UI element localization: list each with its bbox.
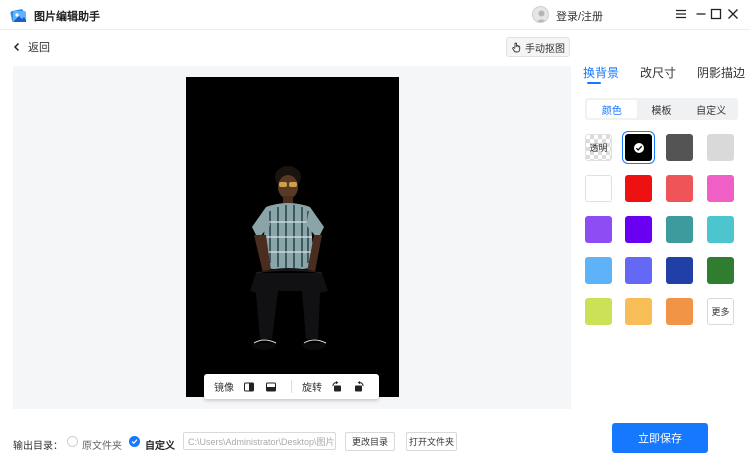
user-avatar[interactable] [532, 6, 549, 23]
manual-cutout-label: 手动抠图 [525, 43, 565, 55]
close-icon [728, 9, 738, 19]
more-colors-button[interactable]: 更多 [707, 298, 734, 325]
color-swatch[interactable] [666, 216, 693, 243]
app-logo-icon [10, 9, 26, 22]
custom-folder-radio[interactable] [129, 436, 140, 447]
color-swatch-selected[interactable] [622, 131, 655, 164]
mirror-label: 镜像 [214, 383, 234, 394]
back-button[interactable]: 返回 [12, 39, 50, 55]
tab-shadow-stroke[interactable]: 阴影描边 [697, 64, 745, 81]
close-button[interactable] [724, 5, 742, 23]
back-label: 返回 [28, 42, 50, 54]
original-folder-radio[interactable] [67, 436, 78, 447]
color-swatch[interactable] [707, 257, 734, 284]
manual-cutout-button[interactable]: 手动抠图 [506, 37, 570, 57]
color-swatch[interactable] [707, 134, 734, 161]
rotate-right-icon[interactable] [352, 380, 366, 394]
rotate-label: 旋转 [302, 383, 322, 394]
subject-photo [186, 77, 399, 397]
color-swatch[interactable] [666, 134, 693, 161]
color-swatch[interactable] [585, 257, 612, 284]
color-swatch[interactable] [585, 216, 612, 243]
image-toolbar: 镜像 旋转 [204, 374, 379, 399]
title-bar: 图片编辑助手 登录/注册 [0, 0, 750, 30]
chevron-left-icon [13, 42, 20, 52]
hand-pointer-icon [512, 42, 521, 52]
check-icon [131, 439, 138, 445]
login-link[interactable]: 登录/注册 [556, 8, 603, 24]
active-tab-indicator [587, 82, 601, 84]
change-directory-button[interactable]: 更改目录 [345, 432, 395, 451]
tab-change-background[interactable]: 换背景 [583, 64, 619, 81]
person-figure [250, 166, 328, 350]
open-folder-button[interactable]: 打开文件夹 [406, 432, 457, 451]
user-icon [536, 10, 547, 22]
color-swatch[interactable] [625, 175, 652, 202]
app-title: 图片编辑助手 [34, 11, 100, 23]
color-swatch[interactable] [625, 216, 652, 243]
output-path-field[interactable]: C:\Users\Administrator\Desktop\图片编辑 [183, 432, 336, 450]
check-circle-icon [633, 142, 644, 153]
swatch-transparent[interactable]: 透明 [585, 134, 612, 161]
color-swatch[interactable] [666, 175, 693, 202]
flip-vertical-icon[interactable] [264, 380, 278, 394]
custom-folder-label[interactable]: 自定义 [145, 437, 175, 452]
toolbar-divider [291, 380, 292, 393]
more-colors-label: 更多 [711, 307, 730, 317]
color-swatch[interactable] [666, 298, 693, 325]
flip-horizontal-icon[interactable] [242, 380, 256, 394]
background-type-switch: 颜色 模板 自定义 [585, 98, 738, 120]
color-swatch[interactable] [625, 257, 652, 284]
color-swatch[interactable] [625, 298, 652, 325]
color-swatch[interactable] [585, 298, 612, 325]
swatch-transparent-label: 透明 [589, 143, 608, 153]
save-button[interactable]: 立即保存 [612, 423, 708, 453]
segment-custom[interactable]: 自定义 [686, 100, 736, 118]
tab-resize[interactable]: 改尺寸 [640, 64, 676, 81]
image-canvas[interactable]: 镜像 旋转 [13, 66, 571, 409]
segment-color[interactable]: 颜色 [587, 100, 637, 118]
minimize-icon [696, 13, 706, 15]
output-directory-label: 输出目录： [13, 441, 63, 452]
maximize-icon [710, 8, 722, 20]
maximize-button[interactable] [707, 5, 725, 23]
color-swatch[interactable] [585, 175, 612, 202]
original-folder-label[interactable]: 原文件夹 [82, 437, 122, 452]
rotate-left-icon[interactable] [330, 380, 344, 394]
color-swatch[interactable] [666, 257, 693, 284]
menu-icon [676, 9, 686, 19]
segment-template[interactable]: 模板 [637, 100, 687, 118]
color-swatch[interactable] [707, 216, 734, 243]
menu-button[interactable] [672, 5, 690, 23]
color-swatch[interactable] [707, 175, 734, 202]
